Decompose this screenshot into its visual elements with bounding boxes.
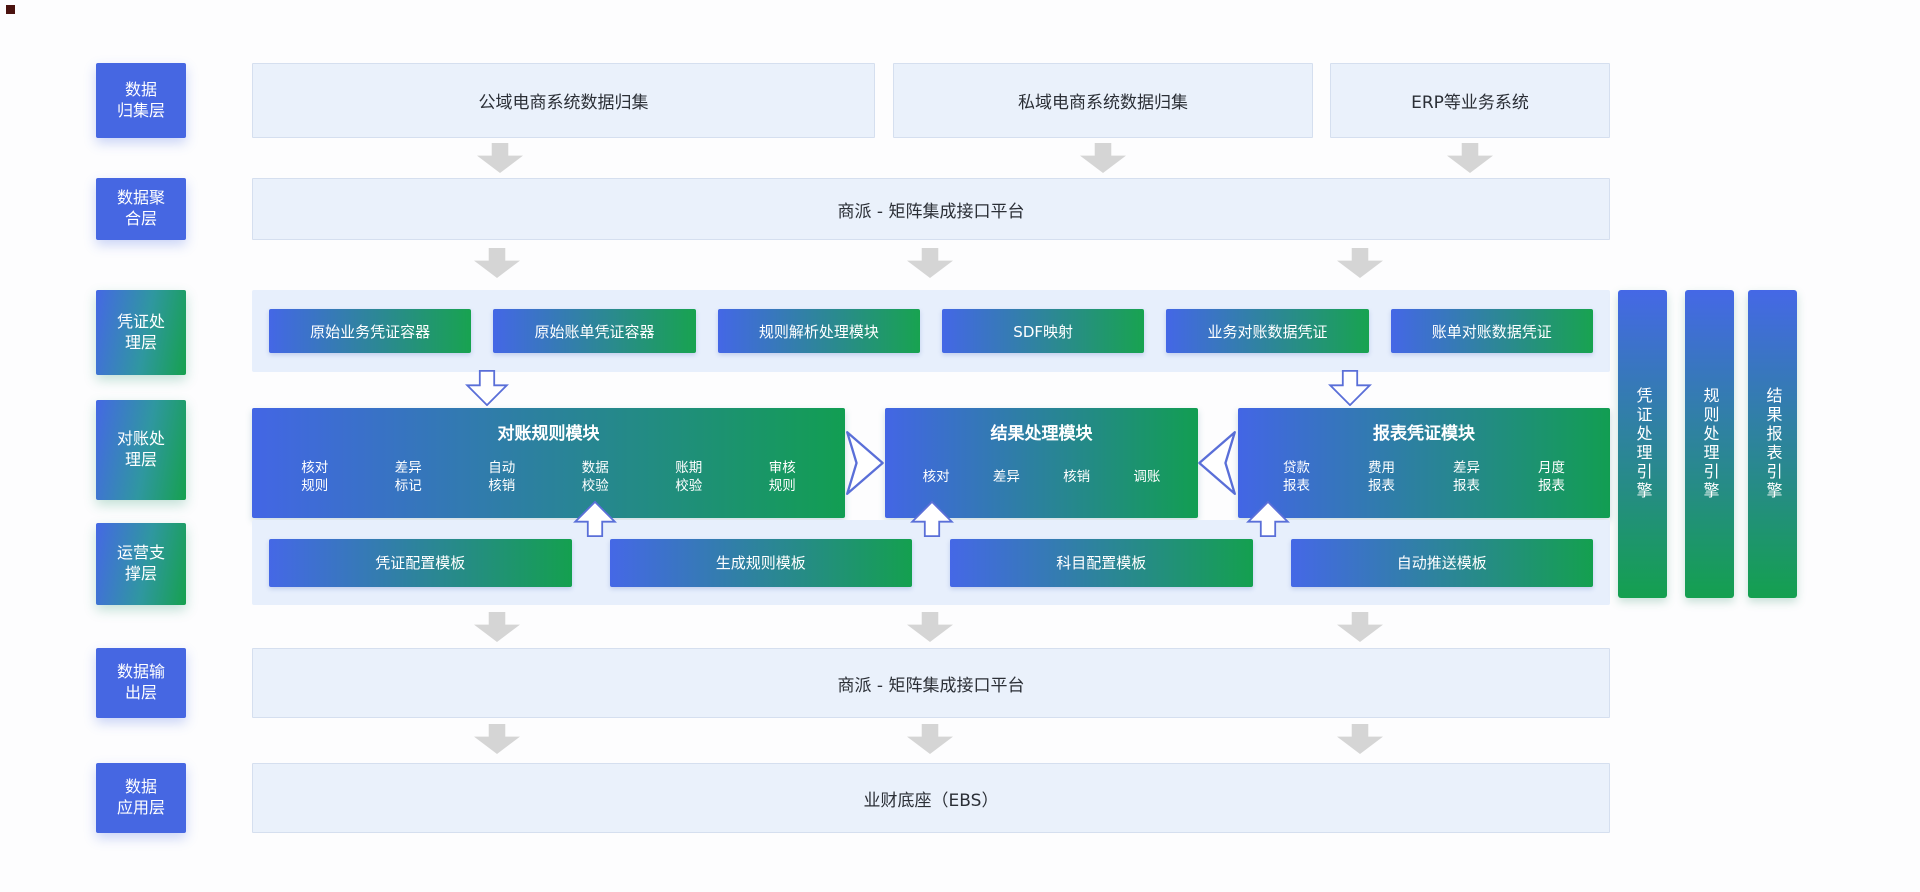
hollow-up-arrow-icon	[1246, 500, 1290, 537]
engine-result-report: 结果报表引擎	[1748, 290, 1797, 598]
down-arrow-icon	[474, 724, 520, 754]
layer-label-text: 运营支 撑层	[116, 543, 165, 583]
module-item: 差异	[992, 468, 1020, 485]
layer-label-text: 数据聚 合层	[116, 188, 165, 228]
voucher-box-sdf-mapping: SDF映射	[941, 309, 1145, 353]
box-text: 业务对账数据凭证	[1207, 322, 1328, 341]
module-item: 费用 报表	[1368, 459, 1395, 494]
layer-label-data-output: 数据输 出层	[96, 648, 186, 718]
module-item: 贷款 报表	[1283, 459, 1310, 494]
engine-voucher-processing: 凭证处理引擎	[1618, 290, 1667, 598]
layer-label-text: 数据输 出层	[116, 662, 165, 702]
hollow-up-arrow-icon	[910, 500, 954, 537]
aggregation-platform-bar: 商派 - 矩阵集成接口平台	[252, 178, 1610, 240]
down-arrow-icon	[907, 724, 953, 754]
down-arrow-icon	[907, 612, 953, 642]
module-item: 数据 校验	[581, 459, 609, 494]
bar-text: 商派 - 矩阵集成接口平台	[837, 201, 1025, 222]
module-title: 报表凭证模块	[1373, 424, 1475, 444]
output-platform-bar: 商派 - 矩阵集成接口平台	[252, 648, 1610, 718]
box-text: 自动推送模板	[1396, 554, 1487, 572]
module-item: 月度 报表	[1538, 459, 1565, 494]
layer-label-operation-support: 运营支 撑层	[96, 523, 186, 605]
template-auto-push: 自动推送模板	[1290, 538, 1593, 587]
down-arrow-icon	[477, 143, 523, 173]
layer-label-data-aggregation: 数据聚 合层	[96, 178, 186, 240]
template-generation-rule: 生成规则模板	[609, 538, 912, 587]
module-item: 差异 标记	[394, 459, 422, 494]
module-item: 账期 校验	[675, 459, 703, 494]
source-box-public-ecommerce: 公域电商系统数据归集	[252, 63, 875, 138]
layer-label-voucher-processing: 凭证处 理层	[96, 290, 186, 375]
module-item: 审核 规则	[768, 459, 796, 494]
hollow-down-arrow-icon	[1328, 370, 1372, 406]
voucher-box-original-business: 原始业务凭证容器	[269, 309, 472, 353]
voucher-processing-container: 原始业务凭证容器 原始账单凭证容器 规则解析处理模块 SDF映射 业务对账数据凭…	[252, 290, 1610, 372]
architecture-diagram: 数据 归集层 数据聚 合层 凭证处 理层 对账处 理层 运营支 撑层 数据输 出…	[0, 0, 1920, 892]
box-text: 原始业务凭证容器	[310, 322, 431, 341]
bar-text: 业财底座（EBS）	[863, 790, 999, 811]
box-text: 私域电商系统数据归集	[1018, 93, 1188, 113]
layer-label-text: 数据 应用层	[116, 777, 165, 817]
module-item: 差异 报表	[1453, 459, 1480, 494]
box-text: SDF映射	[1013, 322, 1073, 341]
module-item: 自动 核销	[488, 459, 516, 494]
box-text: 科目配置模板	[1056, 554, 1147, 572]
layer-label-text: 数据 归集层	[116, 79, 165, 120]
box-text: 凭证配置模板	[375, 554, 466, 572]
down-arrow-icon	[1080, 143, 1126, 173]
module-reconciliation-rules: 对账规则模块 核对 规则 差异 标记 自动 核销 数据 校验 账期 校验 审核 …	[252, 408, 845, 518]
template-voucher-config: 凭证配置模板	[269, 538, 572, 587]
down-arrow-icon	[474, 248, 520, 278]
box-text: 规则解析处理模块	[758, 322, 879, 341]
down-arrow-icon	[1447, 143, 1493, 173]
source-box-private-ecommerce: 私域电商系统数据归集	[893, 63, 1313, 138]
engine-text: 规则处理引擎	[1700, 387, 1720, 501]
module-item: 调账	[1133, 468, 1161, 485]
box-text: 公域电商系统数据归集	[478, 93, 649, 113]
layer-label-text: 对账处 理层	[116, 429, 165, 469]
hollow-down-arrow-icon	[465, 370, 509, 406]
box-text: 生成规则模板	[715, 554, 806, 572]
module-item: 核销	[1063, 468, 1091, 485]
layer-label-data-application: 数据 应用层	[96, 763, 186, 833]
voucher-box-rule-parsing: 规则解析处理模块	[717, 309, 920, 353]
screen-artifact-dot	[6, 5, 15, 14]
module-item: 核对 规则	[301, 459, 329, 494]
module-title: 对账规则模块	[497, 424, 600, 444]
down-arrow-icon	[1337, 248, 1383, 278]
layer-label-reconciliation-processing: 对账处 理层	[96, 400, 186, 500]
down-arrow-icon	[1337, 724, 1383, 754]
box-text: 原始账单凭证容器	[534, 322, 655, 341]
voucher-box-business-recon-data: 业务对账数据凭证	[1166, 309, 1369, 353]
down-arrow-icon	[474, 612, 520, 642]
template-subject-config: 科目配置模板	[950, 538, 1253, 587]
box-text: ERP等业务系统	[1411, 93, 1529, 113]
hollow-up-arrow-icon	[573, 500, 617, 537]
down-arrow-icon	[907, 248, 953, 278]
hollow-right-arrow-icon	[846, 431, 884, 495]
engine-rule-processing: 规则处理引擎	[1685, 290, 1734, 598]
module-title: 结果处理模块	[990, 424, 1093, 444]
layer-label-text: 凭证处 理层	[116, 311, 165, 352]
engine-text: 凭证处理引擎	[1633, 387, 1653, 501]
module-item: 核对	[922, 468, 950, 485]
application-base-bar: 业财底座（EBS）	[252, 763, 1610, 833]
bar-text: 商派 - 矩阵集成接口平台	[837, 675, 1025, 696]
down-arrow-icon	[1337, 612, 1383, 642]
layer-label-data-collection: 数据 归集层	[96, 63, 186, 138]
voucher-box-bill-recon-data: 账单对账数据凭证	[1390, 309, 1593, 353]
box-text: 账单对账数据凭证	[1431, 322, 1552, 341]
source-box-erp-systems: ERP等业务系统	[1330, 63, 1610, 138]
voucher-box-original-bill: 原始账单凭证容器	[493, 309, 696, 353]
hollow-left-arrow-icon	[1198, 431, 1236, 495]
engine-text: 结果报表引擎	[1763, 387, 1783, 501]
